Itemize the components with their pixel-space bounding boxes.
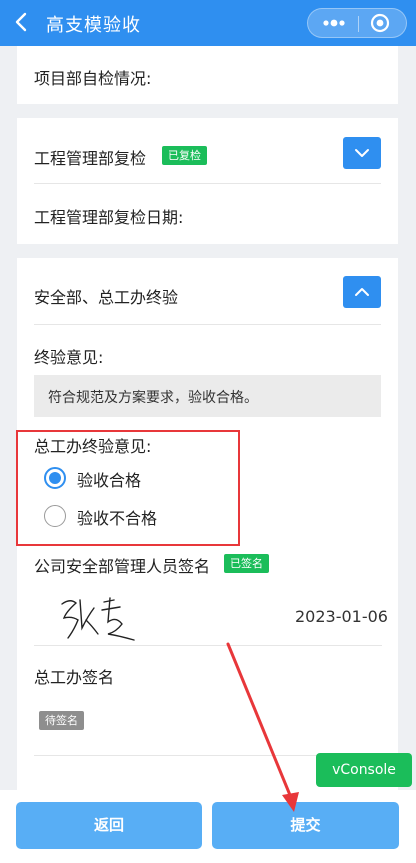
engineering-recheck-title: 工程管理部复检 [34, 149, 147, 168]
final-opinion-text: 符合规范及方案要求，验收合格。 [48, 390, 258, 406]
signed-status-badge: 已签名 [224, 554, 269, 573]
close-target-icon[interactable] [370, 13, 390, 33]
divider [34, 324, 381, 325]
engineering-recheck-date-label: 工程管理部复检日期: [34, 208, 184, 227]
project-self-check-label: 项目部自检情况: [34, 69, 152, 88]
highlight-box [16, 430, 240, 546]
page-title: 高支模验收 [46, 15, 141, 36]
chevron-down-icon [355, 149, 369, 157]
engineering-expand-button[interactable] [343, 137, 381, 169]
back-arrow-icon[interactable] [10, 9, 34, 35]
final-opinion-box: 符合规范及方案要求，验收合格。 [34, 375, 381, 417]
signature-image [61, 597, 135, 641]
project-self-check-card: 项目部自检情况: [17, 46, 398, 104]
safety-collapse-button[interactable] [343, 276, 381, 308]
chief-sign-label: 总工办签名 [34, 668, 115, 687]
divider [34, 183, 381, 184]
safety-manager-sign-label: 公司安全部管理人员签名 [34, 557, 211, 576]
vconsole-button[interactable]: vConsole [316, 753, 412, 787]
recheck-status-badge: 已复检 [162, 146, 207, 165]
final-opinion-label: 终验意见: [34, 348, 104, 367]
more-dots-icon[interactable] [319, 13, 349, 33]
capsule-divider [358, 16, 359, 32]
pending-sign-badge: 待签名 [39, 711, 84, 730]
submit-button[interactable]: 提交 [212, 802, 399, 849]
divider [34, 645, 382, 646]
sign-date: 2023-01-06 [295, 607, 388, 626]
mini-program-capsule [307, 8, 407, 38]
safety-final-title: 安全部、总工办终验 [34, 288, 179, 307]
engineering-recheck-card: 工程管理部复检 已复检 工程管理部复检日期: [17, 118, 398, 244]
back-button[interactable]: 返回 [16, 802, 202, 849]
top-nav-bar: 高支模验收 [0, 0, 416, 46]
chevron-up-icon [355, 288, 369, 296]
